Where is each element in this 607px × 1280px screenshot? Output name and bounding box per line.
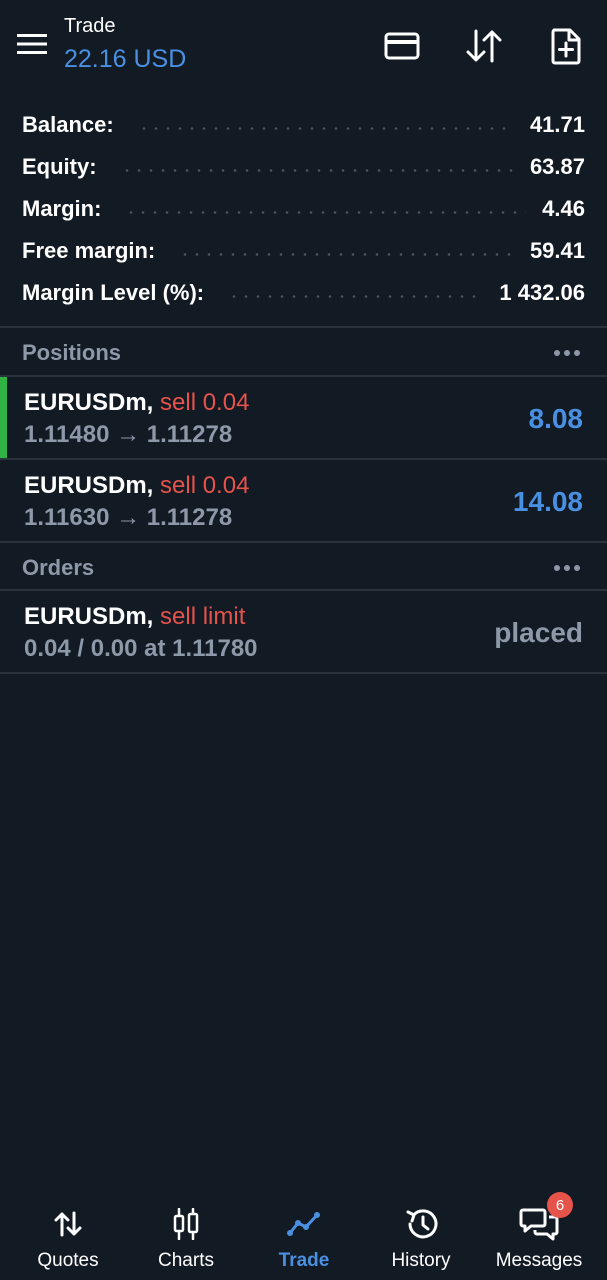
orders-header: Orders bbox=[0, 544, 607, 592]
positions-more-button[interactable] bbox=[549, 343, 585, 363]
quotes-icon bbox=[54, 1211, 82, 1237]
position-prices: 1.11630 → 1.11278 bbox=[24, 504, 233, 531]
order-side: sell limit bbox=[153, 603, 246, 630]
trade-screen: Trade 22.16 USD Balance: 41.71 Equity: 6… bbox=[0, 0, 607, 1280]
divider bbox=[0, 672, 607, 674]
margin-level-value: 1 432.06 bbox=[499, 280, 585, 305]
positions-header: Positions bbox=[0, 329, 607, 377]
equity-value: 63.87 bbox=[529, 154, 585, 179]
app-header: Trade 22.16 USD bbox=[0, 0, 607, 92]
equity-label: Equity: bbox=[22, 154, 97, 179]
nav-charts-label: Charts bbox=[158, 1250, 214, 1271]
position-row[interactable]: EURUSDm, sell 0.04 1.11480 → 1.11278 8.0… bbox=[0, 377, 607, 459]
history-icon bbox=[406, 1209, 438, 1239]
margin-row: Margin: 4.46 bbox=[0, 188, 607, 230]
margin-label: Margin: bbox=[22, 196, 102, 221]
position-row[interactable]: EURUSDm, sell 0.04 1.11630 → 1.11278 14.… bbox=[0, 460, 607, 542]
card-icon bbox=[384, 32, 420, 60]
margin-level-row: Margin Level (%): 1 432.06 bbox=[0, 272, 607, 314]
menu-button[interactable] bbox=[14, 28, 50, 60]
nav-quotes[interactable]: Quotes bbox=[9, 1190, 127, 1280]
position-side: sell 0.04 bbox=[153, 389, 250, 416]
order-row[interactable]: EURUSDm, sell limit 0.04 / 0.00 at 1.117… bbox=[0, 591, 607, 673]
position-symbol: EURUSDm, bbox=[24, 389, 154, 416]
new-order-button[interactable] bbox=[544, 24, 588, 68]
more-dots-icon bbox=[554, 350, 580, 356]
deposit-button[interactable] bbox=[380, 24, 424, 68]
position-side: sell 0.04 bbox=[153, 472, 250, 499]
position-symbol: EURUSDm, bbox=[24, 472, 154, 499]
position-profit: 14.08 bbox=[512, 486, 583, 517]
dotted-leader bbox=[120, 168, 514, 172]
nav-history-label: History bbox=[391, 1250, 451, 1271]
free-margin-row: Free margin: 59.41 bbox=[0, 230, 607, 272]
equity-row: Equity: 63.87 bbox=[0, 146, 607, 188]
free-margin-value: 59.41 bbox=[529, 238, 585, 263]
orders-more-button[interactable] bbox=[549, 558, 585, 578]
positions-title: Positions bbox=[22, 340, 122, 365]
more-dots-icon bbox=[554, 565, 580, 571]
nav-trade[interactable]: Trade bbox=[245, 1190, 363, 1280]
nav-messages-label: Messages bbox=[495, 1250, 583, 1271]
menu-icon bbox=[17, 34, 47, 54]
dotted-leader bbox=[125, 210, 527, 214]
balance-row: Balance: 41.71 bbox=[0, 104, 607, 146]
messages-badge: 6 bbox=[547, 1192, 573, 1218]
selected-marker bbox=[0, 377, 7, 459]
order-status: placed bbox=[494, 617, 583, 648]
nav-charts[interactable]: Charts bbox=[127, 1190, 245, 1280]
margin-value: 4.46 bbox=[542, 196, 585, 221]
charts-icon bbox=[173, 1208, 199, 1240]
orders-title: Orders bbox=[22, 555, 95, 580]
position-prices: 1.11480 → 1.11278 bbox=[24, 421, 233, 448]
sort-arrows-icon bbox=[466, 29, 502, 63]
account-balance: 22.16 USD bbox=[64, 45, 187, 73]
order-details: 0.04 / 0.00 at 1.11780 bbox=[24, 635, 258, 662]
margin-level-label: Margin Level (%): bbox=[22, 280, 205, 305]
nav-trade-label: Trade bbox=[278, 1250, 330, 1271]
position-profit: 8.08 bbox=[528, 403, 584, 434]
free-margin-label: Free margin: bbox=[22, 238, 156, 263]
order-symbol: EURUSDm, bbox=[24, 603, 154, 630]
sort-button[interactable] bbox=[462, 24, 506, 68]
account-summary: Balance: 41.71 Equity: 63.87 Margin: 4.4… bbox=[0, 104, 607, 314]
new-order-icon bbox=[551, 28, 581, 65]
divider bbox=[0, 326, 607, 328]
bottom-navigation: Quotes Charts Trade History 6 Messages bbox=[0, 1190, 607, 1280]
dotted-leader bbox=[137, 126, 514, 130]
page-title: Trade bbox=[64, 15, 116, 37]
divider bbox=[0, 541, 607, 543]
nav-messages[interactable]: 6 Messages bbox=[480, 1190, 598, 1280]
nav-history[interactable]: History bbox=[362, 1190, 480, 1280]
balance-label: Balance: bbox=[22, 112, 114, 137]
dotted-leader bbox=[179, 252, 514, 256]
nav-quotes-label: Quotes bbox=[37, 1250, 99, 1271]
balance-value: 41.71 bbox=[529, 112, 585, 137]
dotted-leader bbox=[228, 294, 484, 298]
trade-icon bbox=[287, 1212, 320, 1236]
